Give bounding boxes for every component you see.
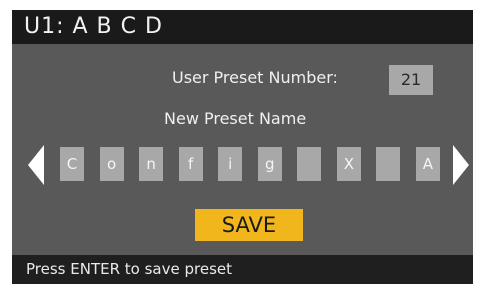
name-char-5[interactable]: i	[218, 147, 243, 181]
title-bar: U1: A B C D	[12, 10, 473, 44]
name-char-7[interactable]	[297, 147, 322, 181]
save-button[interactable]: SAVE	[195, 209, 303, 241]
name-char-10[interactable]: A	[415, 147, 440, 181]
name-char-9[interactable]	[376, 147, 401, 181]
status-bar: Press ENTER to save preset	[12, 255, 473, 284]
arrow-right-icon[interactable]	[453, 145, 469, 185]
new-preset-name-label: New Preset Name	[164, 109, 307, 128]
preset-number-label: User Preset Number:	[172, 68, 338, 87]
preset-number-field[interactable]: 21	[389, 65, 433, 95]
name-char-3[interactable]: n	[139, 147, 164, 181]
name-char-8[interactable]: X	[336, 147, 361, 181]
preset-name-characters: C o n f i g X A	[60, 147, 440, 181]
name-char-2[interactable]: o	[99, 147, 124, 181]
arrow-left-icon[interactable]	[28, 145, 44, 185]
preset-screen: U1: A B C D User Preset Number: 21 New P…	[12, 10, 473, 284]
name-char-1[interactable]: C	[60, 147, 84, 181]
name-char-6[interactable]: g	[257, 147, 282, 181]
name-char-4[interactable]: f	[178, 147, 203, 181]
